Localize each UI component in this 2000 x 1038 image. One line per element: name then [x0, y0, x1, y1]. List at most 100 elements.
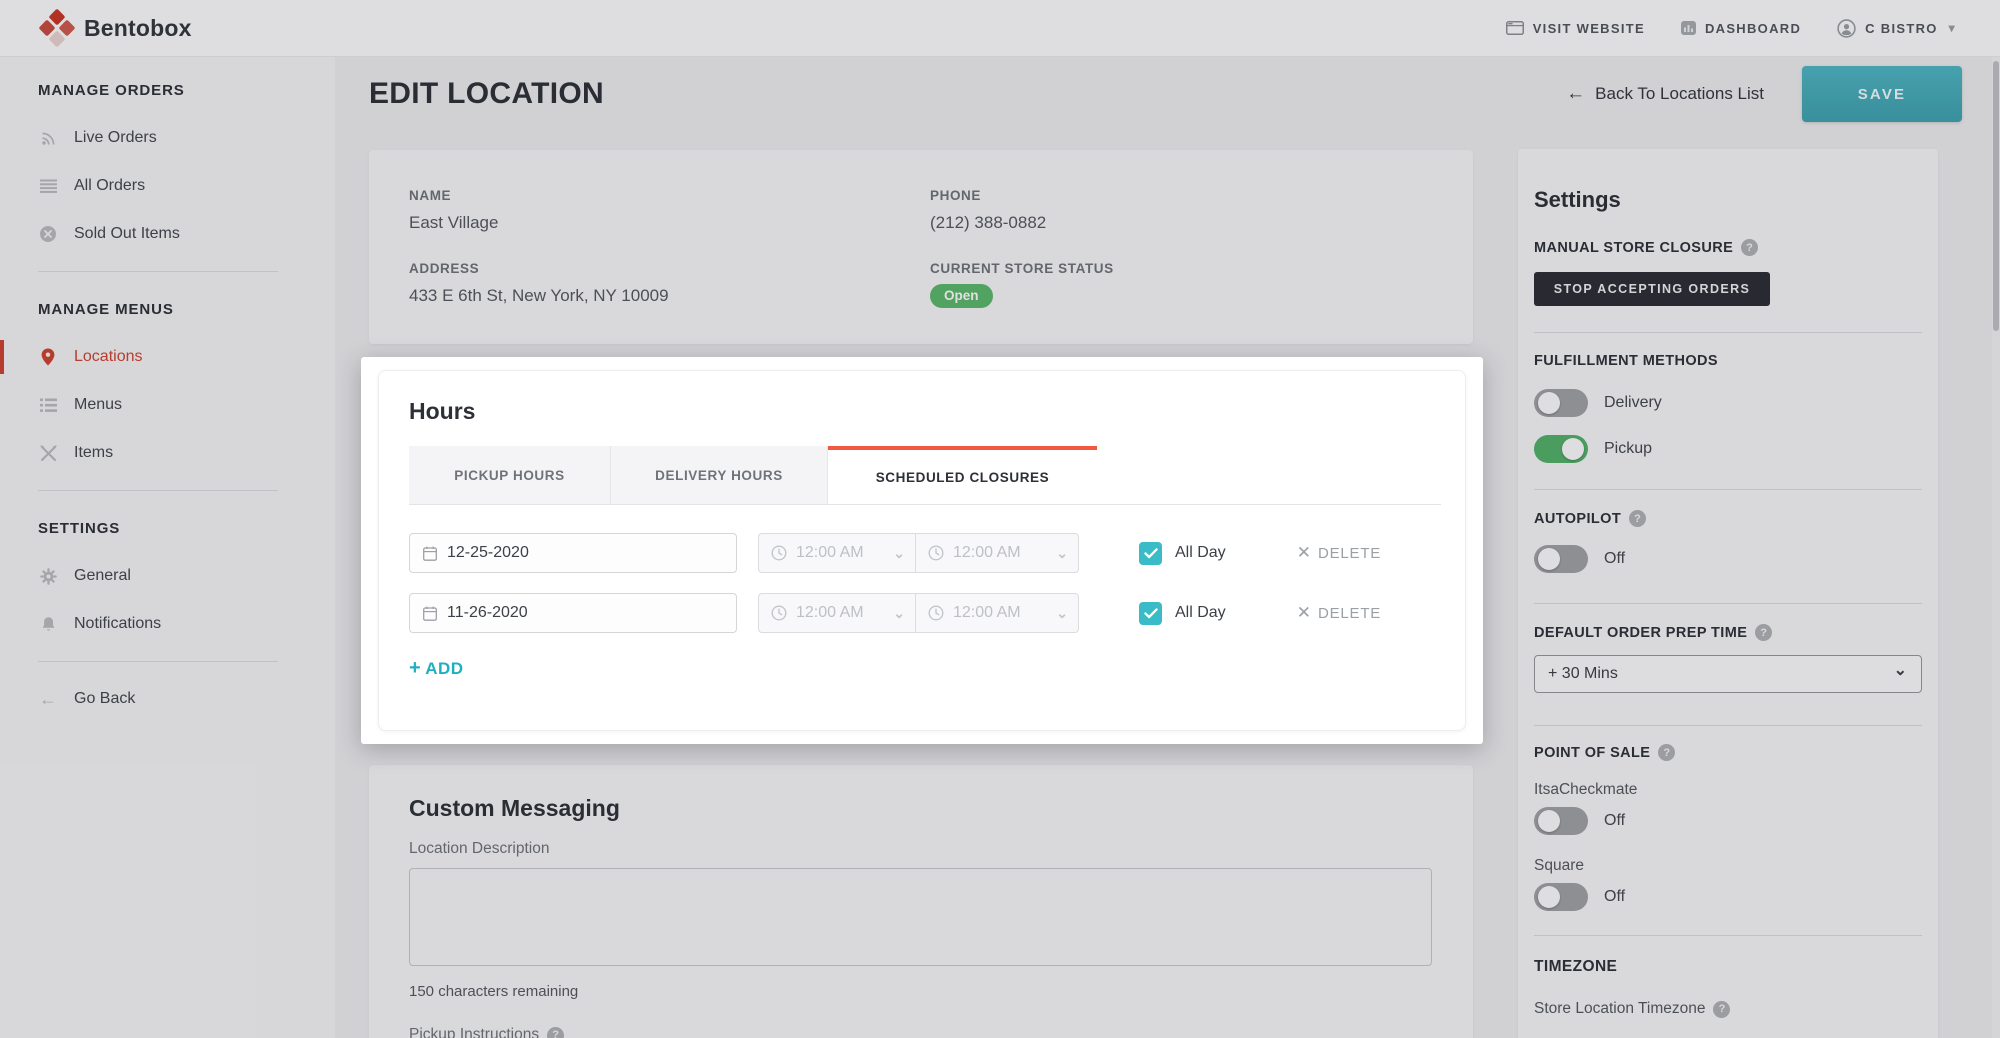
chevron-down-icon: ▾ [1948, 21, 1956, 35]
divider [1534, 332, 1922, 333]
browser-icon [1505, 21, 1524, 35]
autopilot-toggle-row: Off [1534, 545, 1922, 573]
topbar-right: VISIT WEBSITE DASHBOARD C BISTRO ▾ [1505, 18, 1956, 38]
location-description-textarea[interactable] [409, 868, 1432, 966]
calendar-icon [423, 546, 437, 561]
store-timezone-text: Store Location Timezone [1534, 1000, 1706, 1017]
help-icon[interactable]: ? [1658, 744, 1676, 761]
clock-icon [928, 605, 944, 621]
sidebar-item-general[interactable]: General [38, 552, 335, 600]
settings-title: Settings [1534, 187, 1621, 212]
help-icon[interactable]: ? [1629, 510, 1647, 527]
timezone-label: TIMEZONE [1534, 958, 1618, 975]
rss-icon [38, 130, 58, 147]
sidebar-item-label: Notifications [74, 615, 162, 632]
manual-store-closure-text: MANUAL STORE CLOSURE [1534, 239, 1734, 256]
end-time-value: 12:00 AM [953, 544, 1021, 561]
scrollbar[interactable] [1992, 57, 2000, 1038]
back-to-locations-link[interactable]: ← Back To Locations List [1566, 83, 1764, 105]
all-day-label: All Day [1175, 544, 1226, 561]
hours-spotlight-panel: Hours PICKUP HOURS DELIVERY HOURS SCHEDU… [361, 357, 1483, 744]
save-button[interactable]: SAVE [1802, 66, 1962, 122]
all-day-toggle[interactable]: All Day [1139, 601, 1226, 625]
closure-date-field[interactable] [409, 593, 737, 633]
closure-date-input[interactable] [447, 544, 687, 562]
info-left-column: NAME East Village ADDRESS 433 E 6th St, … [409, 188, 930, 344]
add-closure-button[interactable]: + ADD [409, 657, 499, 680]
chart-icon [1680, 21, 1696, 35]
visit-website-link[interactable]: VISIT WEBSITE [1505, 20, 1645, 36]
sidebar-item-locations[interactable]: Locations [0, 333, 335, 381]
help-icon[interactable]: ? [1755, 624, 1773, 641]
help-icon[interactable]: ? [1741, 239, 1759, 256]
default-prep-time-label: DEFAULT ORDER PREP TIME ? [1534, 624, 1922, 641]
chevron-down-icon: ⌄ [1056, 605, 1068, 621]
closure-date-field[interactable] [409, 533, 737, 573]
help-icon[interactable]: ? [1713, 1000, 1731, 1018]
autopilot-toggle[interactable] [1534, 545, 1588, 573]
delete-label: DELETE [1317, 544, 1382, 562]
pickup-toggle[interactable] [1534, 435, 1588, 463]
bentobox-logo[interactable]: Bentobox [38, 8, 192, 48]
clock-icon [928, 545, 944, 561]
dashboard-link[interactable]: DASHBOARD [1680, 21, 1801, 36]
visit-website-label: VISIT WEBSITE [1532, 20, 1645, 36]
start-time-value: 12:00 AM [796, 544, 864, 561]
start-time-select[interactable]: 12:00 AM ⌄ [758, 533, 915, 573]
closure-time-range: 12:00 AM ⌄ 12:00 AM ⌄ [758, 593, 1079, 633]
closure-time-range: 12:00 AM ⌄ 12:00 AM ⌄ [758, 533, 1079, 573]
tab-pickup-hours[interactable]: PICKUP HOURS [409, 446, 611, 504]
utensils-icon [38, 444, 58, 462]
brand-name: Bentobox [84, 14, 192, 41]
sidebar-section-manage-menus: MANAGE MENUS [38, 300, 174, 318]
square-toggle[interactable] [1534, 883, 1588, 911]
itsacheckmate-toggle[interactable] [1534, 807, 1588, 835]
delivery-toggle[interactable] [1534, 389, 1588, 417]
sidebar-item-live-orders[interactable]: Live Orders [38, 114, 335, 162]
itsacheckmate-state: Off [1604, 812, 1626, 829]
closure-date-input[interactable] [447, 604, 687, 622]
end-time-select[interactable]: 12:00 AM ⌄ [915, 593, 1079, 633]
account-menu[interactable]: C BISTRO ▾ [1837, 18, 1956, 38]
address-label: ADDRESS [409, 261, 480, 276]
sidebar-item-items[interactable]: Items [38, 429, 335, 477]
sidebar-divider [38, 661, 278, 662]
delete-closure-button[interactable]: ✕ DELETE [1297, 603, 1381, 623]
stop-accepting-orders-button[interactable]: STOP ACCEPTING ORDERS [1534, 272, 1770, 306]
scrollbar-thumb[interactable] [1993, 61, 1999, 331]
pickup-instructions-text: Pickup Instructions [409, 1026, 540, 1038]
sidebar-item-menus[interactable]: Menus [38, 381, 335, 429]
checkbox-checked-icon[interactable] [1139, 541, 1162, 565]
point-of-sale-label: POINT OF SALE ? [1534, 744, 1922, 761]
chevron-down-icon: ⌄ [1893, 662, 1907, 679]
pos-integration-name: ItsaCheckmate [1534, 781, 1638, 798]
autopilot-label: AUTOPILOT ? [1534, 510, 1922, 527]
end-time-value: 12:00 AM [953, 604, 1021, 621]
help-icon[interactable]: ? [547, 1026, 565, 1038]
sidebar-item-notifications[interactable]: Notifications [38, 600, 335, 648]
settings-panel: Settings MANUAL STORE CLOSURE ? STOP ACC… [1518, 149, 1938, 1038]
tab-scheduled-closures[interactable]: SCHEDULED CLOSURES [828, 446, 1097, 504]
bell-icon [38, 616, 58, 633]
delete-closure-button[interactable]: ✕ DELETE [1297, 543, 1381, 563]
checkbox-checked-icon[interactable] [1139, 601, 1162, 625]
list-icon [38, 179, 58, 193]
tab-delivery-hours[interactable]: DELIVERY HOURS [611, 446, 828, 504]
hours-title: Hours [409, 398, 476, 424]
start-time-select[interactable]: 12:00 AM ⌄ [758, 593, 915, 633]
point-of-sale-text: POINT OF SALE [1534, 744, 1651, 761]
prep-time-select[interactable]: + 30 Mins ⌄ [1534, 655, 1922, 693]
divider [1534, 603, 1922, 604]
custom-messaging-title: Custom Messaging [409, 795, 620, 821]
sidebar-go-back[interactable]: ← Go Back [38, 675, 335, 723]
chevron-down-icon: ⌄ [893, 545, 905, 561]
sidebar-item-all-orders[interactable]: All Orders [38, 162, 335, 210]
closure-row: 12:00 AM ⌄ 12:00 AM ⌄ All D [409, 593, 1439, 633]
calendar-icon [423, 606, 437, 621]
chevron-down-icon: ⌄ [893, 605, 905, 621]
closure-row: 12:00 AM ⌄ 12:00 AM ⌄ All D [409, 533, 1439, 573]
sidebar-item-sold-out-items[interactable]: Sold Out Items [38, 210, 335, 258]
all-day-toggle[interactable]: All Day [1139, 541, 1226, 565]
location-description-label: Location Description [409, 840, 550, 857]
end-time-select[interactable]: 12:00 AM ⌄ [915, 533, 1079, 573]
